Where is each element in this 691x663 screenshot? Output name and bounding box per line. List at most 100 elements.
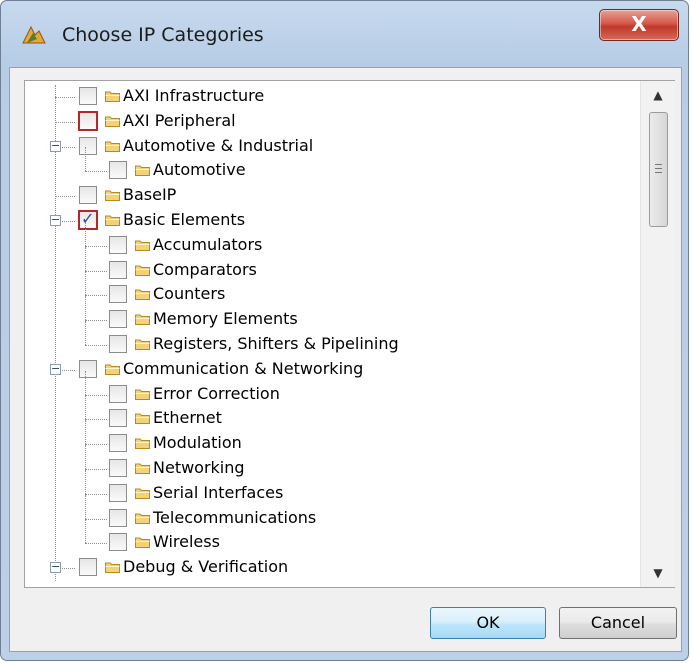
category-checkbox[interactable] [109, 235, 127, 254]
tree-connector [85, 493, 107, 495]
tree-item[interactable]: Counters [25, 271, 640, 307]
collapse-toggle-icon[interactable]: − [50, 214, 61, 226]
tree-item[interactable]: Wireless [25, 519, 640, 555]
tree-item[interactable]: Registers, Shifters & Pipelining [25, 321, 640, 357]
folder-icon [105, 364, 120, 375]
tree-item-label: AXI Infrastructure [123, 86, 265, 105]
tree-item[interactable]: Error Correction [25, 370, 640, 407]
folder-icon [105, 116, 120, 127]
folder-icon [105, 141, 120, 152]
folder-icon [135, 240, 150, 251]
tree-connector [85, 543, 107, 545]
category-checkbox[interactable] [109, 310, 127, 329]
tree-item-label: Memory Elements [153, 309, 298, 329]
folder-icon [105, 562, 120, 574]
category-checkbox[interactable] [109, 483, 127, 502]
category-checkbox[interactable] [109, 260, 127, 279]
category-checkbox[interactable] [79, 359, 97, 378]
tree-guide-line [85, 519, 86, 544]
tree-item[interactable]: Ethernet [25, 395, 640, 431]
category-checkbox[interactable] [109, 434, 127, 453]
tree-guide-line [85, 370, 86, 395]
tree-connector [85, 270, 107, 272]
tree-item[interactable]: − Communication & Networking [25, 358, 640, 382]
vivado-logo-icon [22, 25, 46, 44]
checkmark-icon: ✓ [81, 209, 95, 228]
tree-item-label: Ethernet [153, 408, 222, 428]
category-checkbox[interactable] [78, 110, 98, 131]
collapse-toggle-icon[interactable]: − [50, 363, 61, 375]
collapse-toggle-icon[interactable]: − [50, 561, 61, 574]
category-tree-panel: AXI Infrastructure AXI Peripheral − Automot… [24, 80, 675, 588]
tree-item[interactable]: − Automotive & Industrial [25, 135, 640, 159]
tree-item[interactable]: − ✓ Basic Elements [25, 209, 640, 233]
category-checkbox[interactable] [109, 459, 127, 477]
category-checkbox[interactable] [109, 409, 127, 428]
scrollbar-thumb[interactable] [649, 112, 668, 227]
tree-item[interactable]: − Debug & Verification [25, 556, 640, 580]
tree-item[interactable]: Memory Elements [25, 296, 640, 332]
tree-item[interactable]: Modulation [25, 420, 640, 456]
collapse-toggle-icon[interactable]: − [50, 140, 61, 152]
category-checkbox[interactable] [79, 186, 97, 205]
tree-item-label: Serial Interfaces [153, 482, 284, 502]
folder-icon [135, 438, 150, 450]
cancel-button[interactable]: Cancel [559, 607, 677, 639]
title-bar[interactable]: Choose IP Categories X [1, 1, 688, 67]
tree-guide-line [85, 445, 86, 469]
tree-item[interactable]: BaseIP [25, 184, 640, 208]
tree-guide-line [85, 420, 86, 445]
scroll-down-arrow-icon[interactable]: ▼ [641, 559, 675, 587]
vertical-scrollbar[interactable]: ▲ ▼ [640, 81, 675, 587]
tree-connector [85, 320, 107, 322]
tree-item-label: Modulation [153, 433, 242, 453]
category-checkbox[interactable] [79, 136, 97, 155]
tree-item[interactable]: Telecommunications [25, 494, 640, 531]
tree-item-label: AXI Peripheral [123, 110, 236, 130]
tree-connector [55, 97, 75, 98]
category-checkbox[interactable] [79, 558, 97, 577]
category-checkbox[interactable] [109, 384, 127, 403]
tree-item[interactable]: Networking [25, 445, 640, 481]
tree-guide-line [85, 395, 86, 420]
tree-connector [85, 171, 107, 173]
ok-button[interactable]: OK [430, 607, 546, 639]
tree-connector [85, 345, 107, 346]
folder-icon [105, 190, 120, 202]
tree-guide-line [85, 147, 86, 172]
category-tree[interactable]: AXI Infrastructure AXI Peripheral − Automot… [25, 81, 640, 587]
tree-connector [85, 394, 107, 396]
tree-item-label: Error Correction [153, 383, 280, 403]
folder-icon [135, 463, 150, 474]
close-button[interactable]: X [599, 9, 679, 41]
folder-icon [105, 215, 120, 226]
tree-item[interactable]: Automotive [25, 147, 640, 183]
category-checkbox[interactable] [79, 87, 97, 105]
tree-item-label: Wireless [153, 532, 220, 552]
category-checkbox[interactable] [109, 533, 127, 552]
tree-item[interactable]: AXI Infrastructure [25, 85, 640, 109]
category-checkbox[interactable] [109, 335, 127, 353]
tree-connector [85, 469, 107, 470]
folder-icon [135, 314, 150, 326]
dialog-window: Choose IP Categories X AXI Infrastructur… [0, 0, 689, 661]
category-checkbox[interactable] [109, 508, 127, 527]
folder-icon [135, 488, 150, 499]
tree-item[interactable]: Accumulators [25, 221, 640, 258]
tree-item-label: Telecommunications [153, 507, 317, 527]
folder-icon [135, 537, 150, 549]
tree-item-label: Registers, Shifters & Pipelining [153, 334, 399, 353]
tree-item-label: BaseIP [123, 185, 177, 205]
tree-item[interactable]: Comparators [25, 246, 640, 283]
folder-icon [135, 513, 150, 524]
scroll-up-arrow-icon[interactable]: ▲ [641, 81, 675, 109]
category-checkbox[interactable] [109, 161, 127, 180]
category-checkbox[interactable]: ✓ [78, 209, 98, 230]
folder-icon [135, 289, 150, 301]
tree-item-label: Networking [153, 458, 245, 477]
tree-connector [85, 245, 107, 247]
tree-connector [85, 419, 107, 421]
category-checkbox[interactable] [109, 285, 127, 304]
tree-item[interactable]: Serial Interfaces [25, 469, 640, 506]
tree-item[interactable]: AXI Peripheral [25, 110, 640, 134]
